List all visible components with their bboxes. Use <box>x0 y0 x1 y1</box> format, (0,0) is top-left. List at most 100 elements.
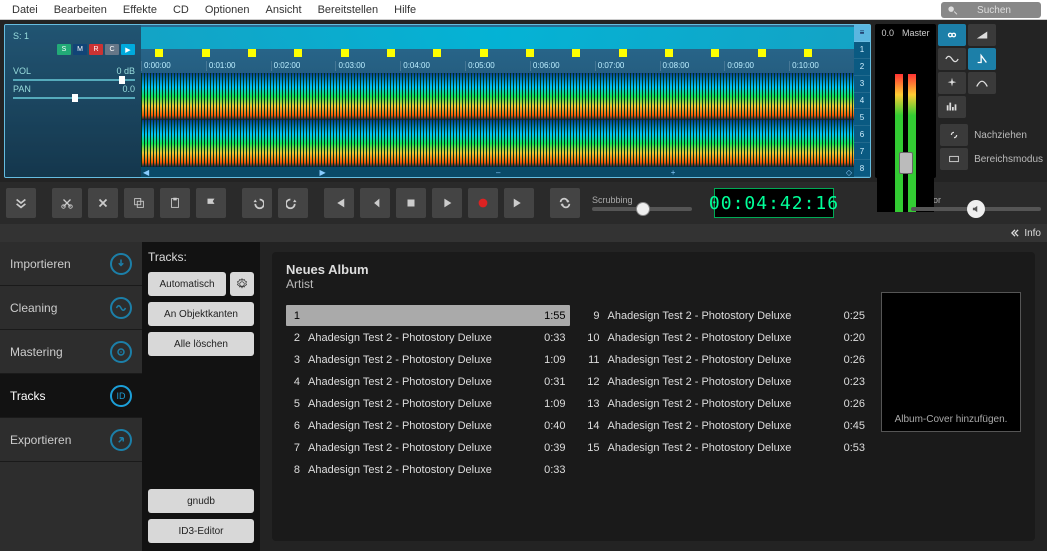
scroll-right-icon[interactable]: ▶ <box>320 168 326 177</box>
track-row[interactable]: 3Ahadesign Test 2 - Photostory Deluxe1:0… <box>286 349 570 370</box>
waveform-timeline[interactable]: 0:00:00 0:01:00 0:02:00 0:03:00 0:04:00 … <box>141 25 854 177</box>
limiter-icon[interactable] <box>968 48 996 70</box>
track-row[interactable]: 12Ahadesign Test 2 - Photostory Deluxe0:… <box>586 371 870 392</box>
track-row[interactable]: 6Ahadesign Test 2 - Photostory Deluxe0:4… <box>286 415 570 436</box>
track-row[interactable]: 14Ahadesign Test 2 - Photostory Deluxe0:… <box>586 415 870 436</box>
marker[interactable] <box>526 49 534 57</box>
skip-end-button[interactable] <box>504 188 534 218</box>
timeline-scrollbar[interactable]: ◀ ▶ – + ◇ <box>141 167 854 177</box>
skip-start-button[interactable] <box>324 188 354 218</box>
track-row[interactable]: 15Ahadesign Test 2 - Photostory Deluxe0:… <box>586 437 870 458</box>
menu-optionen[interactable]: Optionen <box>197 2 258 18</box>
mode-nachziehen[interactable]: Nachziehen <box>938 124 1043 146</box>
search-box[interactable] <box>941 2 1041 18</box>
record-button[interactable] <box>468 188 498 218</box>
menu-ansicht[interactable]: Ansicht <box>258 2 310 18</box>
cut-button[interactable] <box>52 188 82 218</box>
track-row[interactable]: 4Ahadesign Test 2 - Photostory Deluxe0:3… <box>286 371 570 392</box>
monitor-slider[interactable] <box>911 207 1041 211</box>
eq-bars-icon[interactable] <box>938 96 966 118</box>
track-row[interactable]: 11:55 <box>286 305 570 326</box>
stop-button[interactable] <box>396 188 426 218</box>
gnudb-button[interactable]: gnudb <box>148 489 254 513</box>
track-num[interactable]: 8 <box>854 160 870 177</box>
sparkle-icon[interactable] <box>938 72 966 94</box>
zoom-fit-icon[interactable]: ◇ <box>846 168 852 177</box>
undo-button[interactable] <box>242 188 272 218</box>
track-row[interactable]: 8Ahadesign Test 2 - Photostory Deluxe0:3… <box>286 459 570 480</box>
infinity-icon[interactable] <box>938 24 966 46</box>
alle-loeschen-button[interactable]: Alle löschen <box>148 332 254 356</box>
time-ruler[interactable]: 0:00:00 0:01:00 0:02:00 0:03:00 0:04:00 … <box>141 61 854 71</box>
scroll-left-icon[interactable]: ◀ <box>143 168 149 177</box>
marker-lane[interactable] <box>141 49 854 59</box>
marker[interactable] <box>758 49 766 57</box>
tab-tracks[interactable]: Tracks ID <box>0 374 142 418</box>
marker[interactable] <box>341 49 349 57</box>
marker[interactable] <box>480 49 488 57</box>
copy-button[interactable] <box>124 188 154 218</box>
spectrogram[interactable] <box>141 73 854 167</box>
scrubbing-slider[interactable] <box>592 207 692 211</box>
marker[interactable] <box>294 49 302 57</box>
marker[interactable] <box>804 49 812 57</box>
track-row[interactable]: 5Ahadesign Test 2 - Photostory Deluxe1:0… <box>286 393 570 414</box>
marker[interactable] <box>433 49 441 57</box>
prev-button[interactable] <box>360 188 390 218</box>
auto-button[interactable]: Automatisch <box>148 272 226 296</box>
zoom-in-icon[interactable]: + <box>671 168 676 177</box>
track-num[interactable]: 3 <box>854 76 870 93</box>
marker[interactable] <box>619 49 627 57</box>
marker[interactable] <box>248 49 256 57</box>
menu-bereitstellen[interactable]: Bereitstellen <box>310 2 387 18</box>
track-row[interactable]: 13Ahadesign Test 2 - Photostory Deluxe0:… <box>586 393 870 414</box>
menu-effekte[interactable]: Effekte <box>115 2 165 18</box>
menu-bearbeiten[interactable]: Bearbeiten <box>46 2 115 18</box>
mute-chip[interactable]: M <box>73 44 87 55</box>
speaker-icon[interactable] <box>967 200 985 218</box>
marker[interactable] <box>202 49 210 57</box>
settings-button[interactable] <box>230 272 254 296</box>
redo-button[interactable] <box>278 188 308 218</box>
overview-wave[interactable] <box>141 27 854 49</box>
track-num[interactable]: 5 <box>854 109 870 126</box>
marker[interactable] <box>387 49 395 57</box>
marker[interactable] <box>665 49 673 57</box>
flag-button[interactable] <box>196 188 226 218</box>
wave-sine-icon[interactable] <box>938 48 966 70</box>
marker[interactable] <box>711 49 719 57</box>
track-num[interactable]: 1 <box>854 42 870 59</box>
track-num[interactable]: 4 <box>854 93 870 110</box>
master-fader[interactable] <box>899 152 913 174</box>
album-cover-dropzone[interactable]: Album-Cover hinzufügen. <box>881 292 1021 432</box>
mode-bereich[interactable]: Bereichsmodus <box>938 148 1043 170</box>
tab-exportieren[interactable]: Exportieren <box>0 418 142 462</box>
track-row[interactable]: 11Ahadesign Test 2 - Photostory Deluxe0:… <box>586 349 870 370</box>
tab-mastering[interactable]: Mastering <box>0 330 142 374</box>
tab-importieren[interactable]: Importieren <box>0 242 142 286</box>
zoom-out-icon[interactable]: – <box>496 168 500 177</box>
curve-chip[interactable]: C <box>105 44 119 55</box>
track-row[interactable]: 7Ahadesign Test 2 - Photostory Deluxe0:3… <box>286 437 570 458</box>
track-num[interactable]: 7 <box>854 143 870 160</box>
info-strip[interactable]: Info <box>0 224 1047 242</box>
menu-hilfe[interactable]: Hilfe <box>386 2 424 18</box>
menu-cd[interactable]: CD <box>165 2 197 18</box>
track-num[interactable]: 6 <box>854 126 870 143</box>
menu-datei[interactable]: Datei <box>4 2 46 18</box>
objektkanten-button[interactable]: An Objektkanten <box>148 302 254 326</box>
marker[interactable] <box>572 49 580 57</box>
record-chip[interactable]: R <box>89 44 103 55</box>
loop-button[interactable] <box>550 188 580 218</box>
play-button[interactable] <box>432 188 462 218</box>
id3-editor-button[interactable]: ID3-Editor <box>148 519 254 543</box>
track-row[interactable]: 10Ahadesign Test 2 - Photostory Deluxe0:… <box>586 327 870 348</box>
track-row[interactable]: 2Ahadesign Test 2 - Photostory Deluxe0:3… <box>286 327 570 348</box>
volume-ramp-icon[interactable] <box>968 24 996 46</box>
search-input[interactable] <box>964 5 1024 16</box>
marker[interactable] <box>155 49 163 57</box>
delete-button[interactable] <box>88 188 118 218</box>
paste-button[interactable] <box>160 188 190 218</box>
track-row[interactable]: 9Ahadesign Test 2 - Photostory Deluxe0:2… <box>586 305 870 326</box>
curve-icon[interactable] <box>968 72 996 94</box>
